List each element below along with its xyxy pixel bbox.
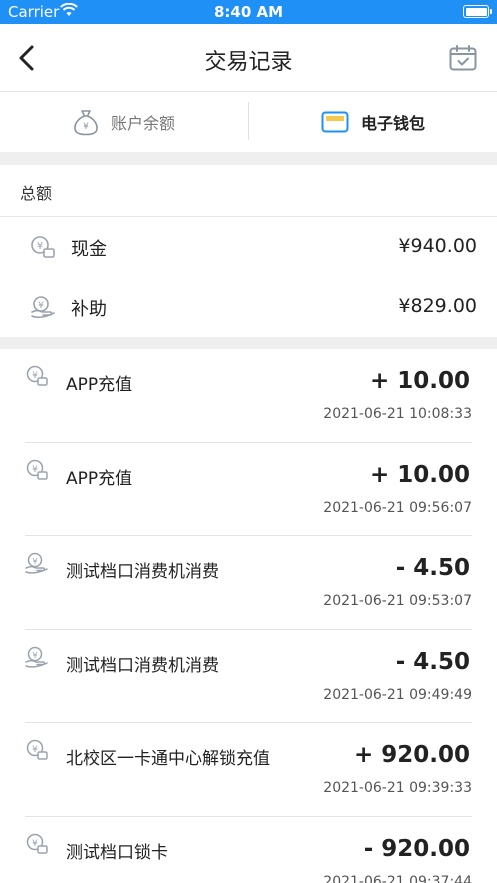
battery-icon (463, 5, 492, 18)
svg-text:¥: ¥ (32, 651, 37, 660)
hand-coin-icon: ¥ (25, 646, 49, 668)
coins-icon: ¥ (25, 365, 49, 387)
balance-amount-subsidy: ¥829.00 (398, 295, 477, 317)
svg-text:¥: ¥ (32, 745, 38, 755)
status-bar: Carrier 8:40 AM (0, 0, 497, 24)
total-header: 总额 (0, 165, 497, 217)
transaction-title: 测试档口消费机消费 (66, 655, 219, 676)
hand-coin-icon: ¥ (25, 552, 49, 574)
svg-text:¥: ¥ (32, 371, 38, 381)
transaction-title: 北校区一卡通中心解锁充值 (66, 749, 270, 769)
transaction-amount: - 920.00 (363, 835, 470, 862)
transaction-row[interactable]: ¥ 测试档口消费机消费 - 4.50 2021-06-21 09:49:49 (0, 630, 497, 723)
tab-account-balance-label: 账户余额 (110, 114, 175, 133)
transaction-amount: + 920.00 (353, 742, 470, 768)
balance-label-cash: 现金 (71, 239, 107, 260)
transaction-row[interactable]: ¥ APP充值 + 10.00 2021-06-21 10:08:33 (0, 349, 497, 443)
money-bag-icon: ¥ (74, 110, 98, 136)
page-title: 交易记录 (204, 50, 293, 75)
nav-bar: 交易记录 (0, 24, 497, 92)
transaction-time: 2021-06-21 09:56:07 (323, 499, 472, 516)
transaction-title: 测试档口锁卡 (66, 842, 168, 863)
transaction-amount: - 4.50 (395, 648, 470, 675)
transaction-time: 2021-06-21 09:39:33 (323, 780, 472, 796)
transaction-row[interactable]: ¥ 测试档口锁卡 - 920.00 2021-06-21 09:37:44 (0, 817, 497, 883)
tab-account-balance[interactable]: ¥ 账户余额 (0, 92, 248, 152)
svg-text:¥: ¥ (32, 557, 37, 566)
transaction-time: 2021-06-21 09:53:07 (323, 593, 472, 609)
transaction-title: 测试档口消费机消费 (66, 562, 219, 582)
coins-icon: ¥ (25, 739, 49, 761)
transaction-time: 2021-06-21 09:37:44 (323, 873, 472, 883)
transaction-amount: - 4.50 (395, 555, 470, 581)
hand-coin-icon: ¥ (30, 295, 56, 319)
transaction-time: 2021-06-21 09:49:49 (323, 686, 472, 703)
calendar-icon (449, 45, 477, 71)
balance-amount-cash: ¥940.00 (398, 235, 477, 257)
tab-e-wallet-label: 电子钱包 (360, 114, 425, 133)
svg-text:¥: ¥ (32, 839, 38, 849)
transaction-time: 2021-06-21 10:08:33 (323, 406, 472, 422)
coins-icon: ¥ (25, 459, 49, 481)
svg-text:¥: ¥ (32, 465, 38, 475)
total-header-label: 总额 (20, 184, 53, 203)
section-separator (0, 337, 497, 349)
transaction-title: APP充值 (66, 375, 133, 395)
svg-text:¥: ¥ (38, 301, 44, 311)
status-time: 8:40 AM (213, 3, 284, 21)
transaction-amount: + 10.00 (369, 368, 470, 394)
calendar-button[interactable] (449, 45, 477, 71)
transaction-row[interactable]: ¥ 北校区一卡通中心解锁充值 + 920.00 2021-06-21 09:39… (0, 723, 497, 817)
balance-row-subsidy: ¥ 补助 ¥829.00 (0, 277, 497, 337)
transaction-title: APP充值 (66, 468, 133, 489)
balance-row-cash: ¥ 现金 ¥940.00 (0, 217, 497, 277)
card-icon (321, 111, 349, 133)
coins-icon: ¥ (30, 235, 56, 259)
tab-e-wallet[interactable]: 电子钱包 (249, 92, 497, 152)
transaction-list: ¥ APP充值 + 10.00 2021-06-21 10:08:33 ¥ AP… (0, 349, 497, 883)
balance-label-subsidy: 补助 (71, 299, 107, 320)
svg-text:¥: ¥ (83, 122, 89, 132)
transaction-row[interactable]: ¥ APP充值 + 10.00 2021-06-21 09:56:07 (0, 443, 497, 536)
coins-icon: ¥ (25, 833, 49, 855)
transaction-amount: + 10.00 (369, 461, 470, 488)
wallet-tabs: ¥ 账户余额 电子钱包 (0, 92, 497, 152)
section-separator (0, 152, 497, 165)
transaction-row[interactable]: ¥ 测试档口消费机消费 - 4.50 2021-06-21 09:53:07 (0, 536, 497, 630)
svg-text:¥: ¥ (37, 241, 43, 252)
